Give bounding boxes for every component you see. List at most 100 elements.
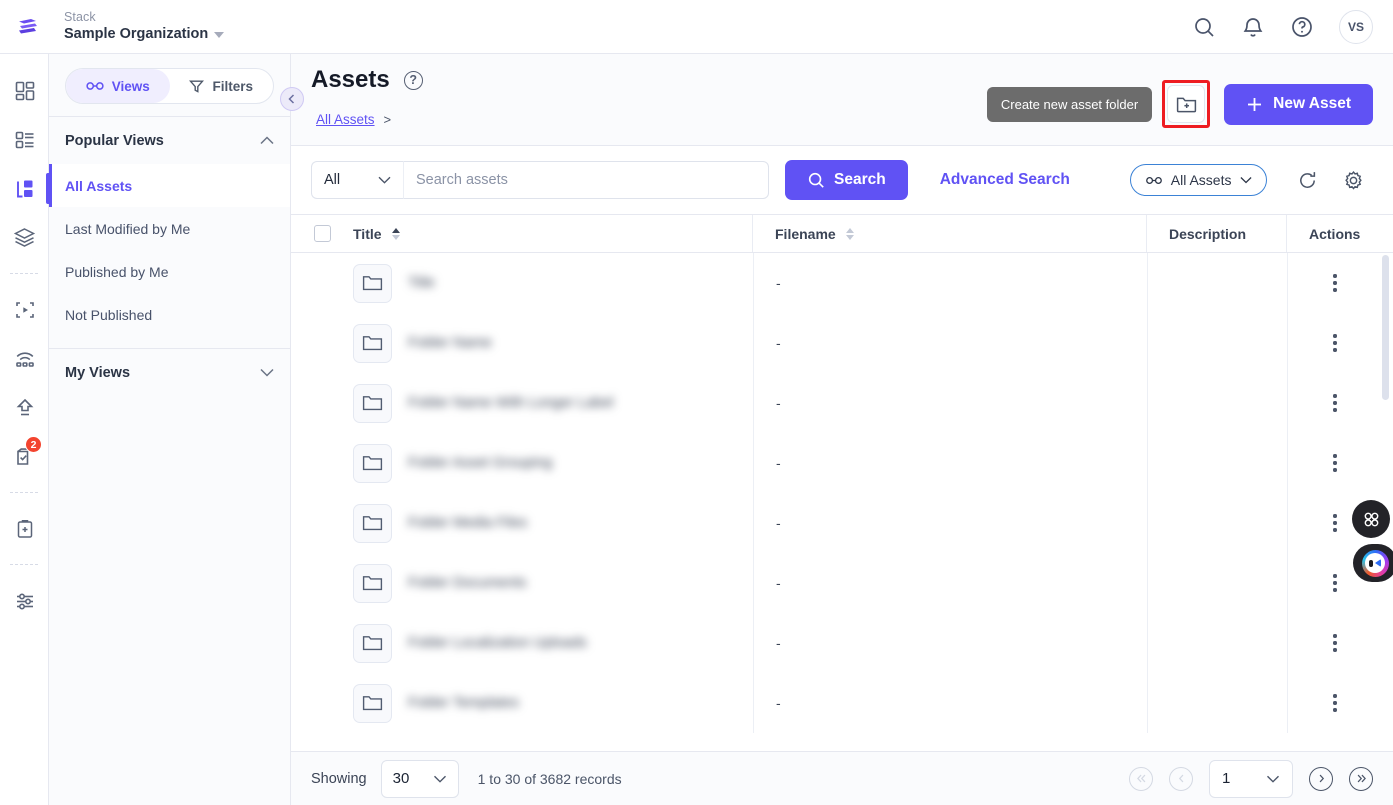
apps-grid-icon bbox=[1364, 512, 1378, 526]
chevron-left-icon bbox=[1178, 774, 1183, 783]
table-row[interactable]: Folder Templates - bbox=[291, 673, 1393, 733]
row-actions-menu-icon[interactable] bbox=[1327, 508, 1342, 537]
page-number-select[interactable]: 1 bbox=[1209, 759, 1293, 798]
new-asset-button[interactable]: New Asset bbox=[1224, 83, 1373, 125]
sidebar-item-not-published-label: Not Published bbox=[65, 306, 153, 323]
sidebar-item-last-modified-by-me[interactable]: Last Modified by Me bbox=[49, 207, 290, 250]
header-actions: Create new asset folder New Asset bbox=[986, 80, 1373, 128]
help-icon[interactable]: ? bbox=[403, 70, 423, 90]
row-actions-menu-icon[interactable] bbox=[1327, 688, 1342, 717]
next-page-button[interactable] bbox=[1309, 766, 1333, 791]
tooltip-create-new-asset-folder: Create new asset folder bbox=[986, 86, 1153, 122]
table-row[interactable]: Folder Media Files - bbox=[291, 493, 1393, 553]
row-filename-cell: - bbox=[753, 253, 1147, 313]
sidebar-item-audit-log[interactable] bbox=[0, 504, 49, 553]
table-settings-button[interactable] bbox=[1337, 163, 1371, 197]
column-header-filename[interactable]: Filename bbox=[753, 215, 1147, 252]
assistant-bot-button[interactable] bbox=[1353, 544, 1393, 582]
sidebar-item-published-by-me[interactable]: Published by Me bbox=[49, 250, 290, 293]
row-description-cell bbox=[1147, 613, 1287, 673]
row-description-cell bbox=[1147, 673, 1287, 733]
advanced-search-link[interactable]: Advanced Search bbox=[940, 171, 1070, 189]
row-actions-menu-icon[interactable] bbox=[1327, 628, 1342, 657]
row-actions-menu-icon[interactable] bbox=[1327, 388, 1342, 417]
tab-filters[interactable]: Filters bbox=[170, 69, 274, 103]
search-button[interactable]: Search bbox=[785, 160, 908, 200]
row-actions-menu-icon[interactable] bbox=[1327, 268, 1342, 297]
create-asset-folder-button[interactable] bbox=[1167, 85, 1206, 123]
select-all-header bbox=[291, 215, 353, 252]
asset-scope-pill[interactable]: All Assets bbox=[1129, 164, 1267, 196]
table-footer: Showing 30 1 to 30 of 3682 records 1 bbox=[291, 751, 1393, 805]
table-row[interactable]: Folder Documents - bbox=[291, 553, 1393, 613]
table-row[interactable]: Folder Name With Longer Label - bbox=[291, 373, 1393, 433]
chevron-down-icon bbox=[260, 368, 274, 377]
sidebar-item-stacks[interactable] bbox=[0, 213, 49, 262]
table-row[interactable]: Title - bbox=[291, 253, 1393, 313]
row-description-cell bbox=[1147, 433, 1287, 493]
row-actions-cell bbox=[1287, 433, 1382, 493]
sidebar-item-publish-queue[interactable] bbox=[0, 334, 49, 383]
sidebar-item-workflow[interactable]: 2 bbox=[0, 432, 49, 481]
prev-page-button[interactable] bbox=[1169, 766, 1193, 791]
sidebar-item-live-preview[interactable] bbox=[0, 285, 49, 334]
sidebar-item-last-modified-label: Last Modified by Me bbox=[65, 220, 191, 237]
sidebar-item-not-published[interactable]: Not Published bbox=[49, 293, 290, 336]
row-title-cell: Folder Asset Grouping bbox=[353, 433, 753, 493]
row-title-text: Folder Asset Grouping bbox=[408, 455, 553, 471]
sidebar-item-content-types[interactable] bbox=[0, 115, 49, 164]
organization-switcher[interactable]: Stack Sample Organization bbox=[64, 10, 225, 42]
bell-icon[interactable] bbox=[1241, 15, 1265, 39]
row-actions-cell bbox=[1287, 373, 1382, 433]
table-vertical-scrollbar-thumb[interactable] bbox=[1382, 255, 1389, 400]
refresh-button[interactable] bbox=[1291, 163, 1325, 197]
page-size-select[interactable]: 30 bbox=[380, 759, 459, 798]
row-actions-menu-icon[interactable] bbox=[1327, 448, 1342, 477]
row-actions-menu-icon[interactable] bbox=[1327, 568, 1342, 597]
search-icon bbox=[808, 172, 824, 188]
tab-views[interactable]: Views bbox=[66, 69, 170, 103]
column-header-description[interactable]: Description bbox=[1147, 215, 1287, 252]
user-avatar[interactable]: VS bbox=[1339, 9, 1373, 44]
table-row[interactable]: Folder Localization Uploads - bbox=[291, 613, 1393, 673]
sort-filename-control[interactable] bbox=[845, 227, 854, 240]
row-checkbox-cell bbox=[291, 493, 353, 553]
main-content: Assets ? All Assets > Create new asset f… bbox=[291, 54, 1393, 805]
search-scope-select[interactable]: All bbox=[311, 161, 403, 199]
create-folder-highlight bbox=[1162, 80, 1211, 128]
rail-divider bbox=[10, 492, 38, 493]
search-icon[interactable] bbox=[1192, 15, 1216, 39]
sidebar-item-assets[interactable] bbox=[0, 164, 49, 213]
last-page-button[interactable] bbox=[1349, 766, 1373, 791]
question-circle-icon[interactable] bbox=[1290, 15, 1314, 39]
search-input[interactable] bbox=[403, 161, 769, 199]
folder-icon bbox=[353, 623, 392, 663]
first-page-button[interactable] bbox=[1129, 766, 1153, 791]
row-actions-cell bbox=[1287, 613, 1382, 673]
sort-title-control[interactable] bbox=[391, 227, 400, 240]
sidebar-item-bulk-upload[interactable] bbox=[0, 383, 49, 432]
row-filename-cell: - bbox=[753, 553, 1147, 613]
pagination-controls: 1 bbox=[1129, 759, 1373, 798]
group-popular-views[interactable]: Popular Views bbox=[49, 117, 290, 164]
row-title-text: Folder Templates bbox=[408, 695, 519, 711]
table-row[interactable]: Folder Name - bbox=[291, 313, 1393, 373]
column-header-title-label: Title bbox=[353, 225, 382, 242]
breadcrumb-all-assets[interactable]: All Assets bbox=[316, 112, 375, 127]
chevron-up-icon bbox=[260, 136, 274, 145]
brand-logo[interactable] bbox=[0, 0, 56, 54]
sidebar-item-all-assets[interactable]: All Assets bbox=[49, 164, 290, 207]
sidebar-item-dashboard[interactable] bbox=[0, 66, 49, 115]
select-all-checkbox[interactable] bbox=[313, 225, 331, 242]
group-my-views[interactable]: My Views bbox=[49, 349, 290, 396]
row-actions-menu-icon[interactable] bbox=[1327, 328, 1342, 357]
column-header-title[interactable]: Title bbox=[353, 215, 753, 252]
folder-icon bbox=[353, 503, 392, 543]
apps-launcher-button[interactable] bbox=[1352, 500, 1390, 538]
row-checkbox-cell bbox=[291, 673, 353, 733]
row-title-cell: Folder Documents bbox=[353, 553, 753, 613]
organization-name[interactable]: Sample Organization bbox=[64, 26, 225, 42]
table-row[interactable]: Folder Asset Grouping - bbox=[291, 433, 1393, 493]
sidebar-item-settings[interactable] bbox=[0, 576, 49, 625]
collapse-panel-button[interactable] bbox=[280, 87, 304, 111]
